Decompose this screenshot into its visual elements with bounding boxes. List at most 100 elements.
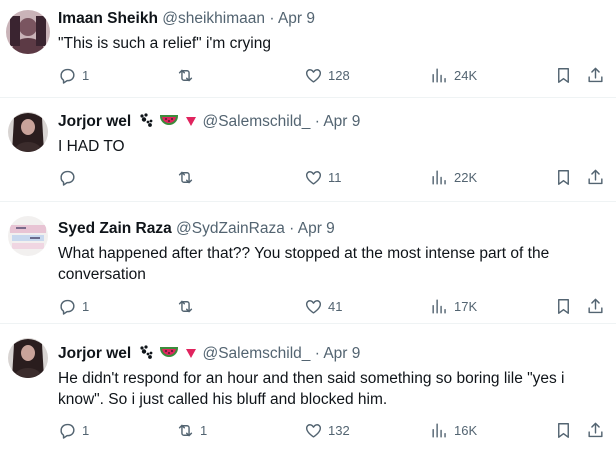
tweet-date[interactable]: Apr 9 — [323, 113, 360, 130]
avatar[interactable] — [8, 216, 48, 256]
view-count: 16K — [454, 423, 478, 438]
share-icon — [586, 66, 605, 85]
tweet-header: Jorjor wel @Salemschild_ · Apr 9 — [58, 112, 360, 134]
reply-icon — [58, 421, 77, 440]
tweet-reply-3[interactable]: Syed Zain Raza @SydZainRaza · Apr 9 What… — [0, 202, 616, 324]
tweet-date[interactable]: Apr 9 — [323, 345, 360, 362]
view-count: 24K — [454, 68, 478, 83]
retweet-icon — [176, 66, 195, 85]
red-triangle-emoji — [184, 346, 198, 366]
retweet-button[interactable] — [176, 297, 200, 316]
bookmark-icon — [554, 66, 573, 85]
author-name[interactable]: Jorjor wel — [58, 113, 131, 130]
author-handle[interactable]: @Salemschild_ — [202, 345, 310, 362]
share-button[interactable] — [586, 66, 605, 85]
bookmark-icon — [554, 297, 573, 316]
bookmark-button[interactable] — [554, 297, 573, 316]
tweet-actions: 1 41 17K — [58, 297, 616, 319]
views-bar-chart-icon — [430, 168, 449, 187]
separator-dot: · — [269, 10, 275, 27]
retweet-button[interactable] — [176, 168, 200, 187]
views-button[interactable]: 16K — [430, 421, 477, 440]
heart-icon — [304, 421, 323, 440]
author-handle[interactable]: @sheikhimaan — [162, 10, 265, 27]
views-button[interactable]: 17K — [430, 297, 477, 316]
reply-button[interactable] — [58, 168, 82, 187]
views-bar-chart-icon — [430, 421, 449, 440]
reply-button[interactable]: 1 — [58, 297, 89, 316]
share-button[interactable] — [586, 297, 605, 316]
share-button[interactable] — [586, 168, 605, 187]
reply-button[interactable]: 1 — [58, 66, 89, 85]
like-button[interactable]: 41 — [304, 297, 342, 316]
tweet-actions: 11 22K — [58, 168, 616, 190]
author-name[interactable]: Jorjor wel — [58, 345, 131, 362]
reply-icon — [58, 168, 77, 187]
tweet-reply-4[interactable]: Jorjor wel @Salemschild_ · Apr 9 He didn… — [0, 324, 616, 458]
tweet-reply-1[interactable]: Imaan Sheikh @sheikhimaan · Apr 9 "This … — [0, 0, 616, 98]
separator-dot: · — [289, 220, 295, 237]
like-count: 132 — [328, 423, 350, 438]
red-triangle-emoji — [184, 114, 198, 134]
watermelon-emoji — [159, 344, 178, 366]
bookmark-button[interactable] — [554, 168, 573, 187]
view-count: 17K — [454, 299, 478, 314]
tweet-text: What happened after that?? You stopped a… — [58, 245, 550, 283]
retweet-button[interactable]: 1 — [176, 421, 207, 440]
like-count: 41 — [328, 299, 343, 314]
like-count: 11 — [328, 170, 342, 185]
share-icon — [586, 421, 605, 440]
paw-prints-emoji — [138, 344, 154, 366]
views-button[interactable]: 24K — [430, 66, 477, 85]
retweet-count: 1 — [200, 423, 208, 438]
separator-dot: · — [314, 345, 320, 362]
views-button[interactable]: 22K — [430, 168, 477, 187]
like-button[interactable]: 132 — [304, 421, 350, 440]
like-count: 128 — [328, 68, 350, 83]
avatar[interactable] — [8, 112, 48, 152]
tweet-actions: 1 1 132 16K — [58, 421, 616, 443]
avatar[interactable] — [8, 338, 48, 378]
heart-icon — [304, 297, 323, 316]
reply-count: 1 — [82, 68, 90, 83]
author-handle[interactable]: @Salemschild_ — [202, 113, 310, 130]
tweet-text: "This is such a relief" i'm crying — [58, 35, 271, 52]
share-icon — [586, 168, 605, 187]
avatar[interactable] — [6, 10, 50, 54]
bookmark-button[interactable] — [554, 421, 573, 440]
bookmark-icon — [554, 421, 573, 440]
retweet-button[interactable] — [176, 66, 200, 85]
like-button[interactable]: 11 — [304, 168, 342, 187]
share-button[interactable] — [586, 421, 605, 440]
like-button[interactable]: 128 — [304, 66, 350, 85]
tweet-actions: 1 128 24K — [58, 66, 616, 88]
heart-icon — [304, 168, 323, 187]
reply-icon — [58, 66, 77, 85]
heart-icon — [304, 66, 323, 85]
tweet-reply-2[interactable]: Jorjor wel @Salemschild_ · Apr 9 I HAD T… — [0, 98, 616, 202]
author-handle[interactable]: @SydZainRaza — [176, 220, 285, 237]
watermelon-emoji — [159, 112, 178, 134]
tweet-header: Syed Zain Raza @SydZainRaza · Apr 9 — [58, 219, 335, 239]
share-icon — [586, 297, 605, 316]
tweet-text: He didn't respond for an hour and then s… — [58, 370, 565, 408]
bookmark-icon — [554, 168, 573, 187]
views-bar-chart-icon — [430, 297, 449, 316]
reply-icon — [58, 297, 77, 316]
bookmark-button[interactable] — [554, 66, 573, 85]
reply-count: 1 — [82, 423, 90, 438]
retweet-icon — [176, 421, 195, 440]
tweet-header: Imaan Sheikh @sheikhimaan · Apr 9 — [58, 9, 315, 29]
view-count: 22K — [454, 170, 478, 185]
separator-dot: · — [314, 113, 320, 130]
tweet-date[interactable]: Apr 9 — [278, 10, 315, 27]
tweet-date[interactable]: Apr 9 — [298, 220, 335, 237]
author-name[interactable]: Syed Zain Raza — [58, 220, 172, 237]
tweet-text: I HAD TO — [58, 138, 125, 155]
retweet-icon — [176, 168, 195, 187]
views-bar-chart-icon — [430, 66, 449, 85]
reply-button[interactable]: 1 — [58, 421, 89, 440]
retweet-icon — [176, 297, 195, 316]
reply-count: 1 — [82, 299, 90, 314]
author-name[interactable]: Imaan Sheikh — [58, 10, 158, 27]
